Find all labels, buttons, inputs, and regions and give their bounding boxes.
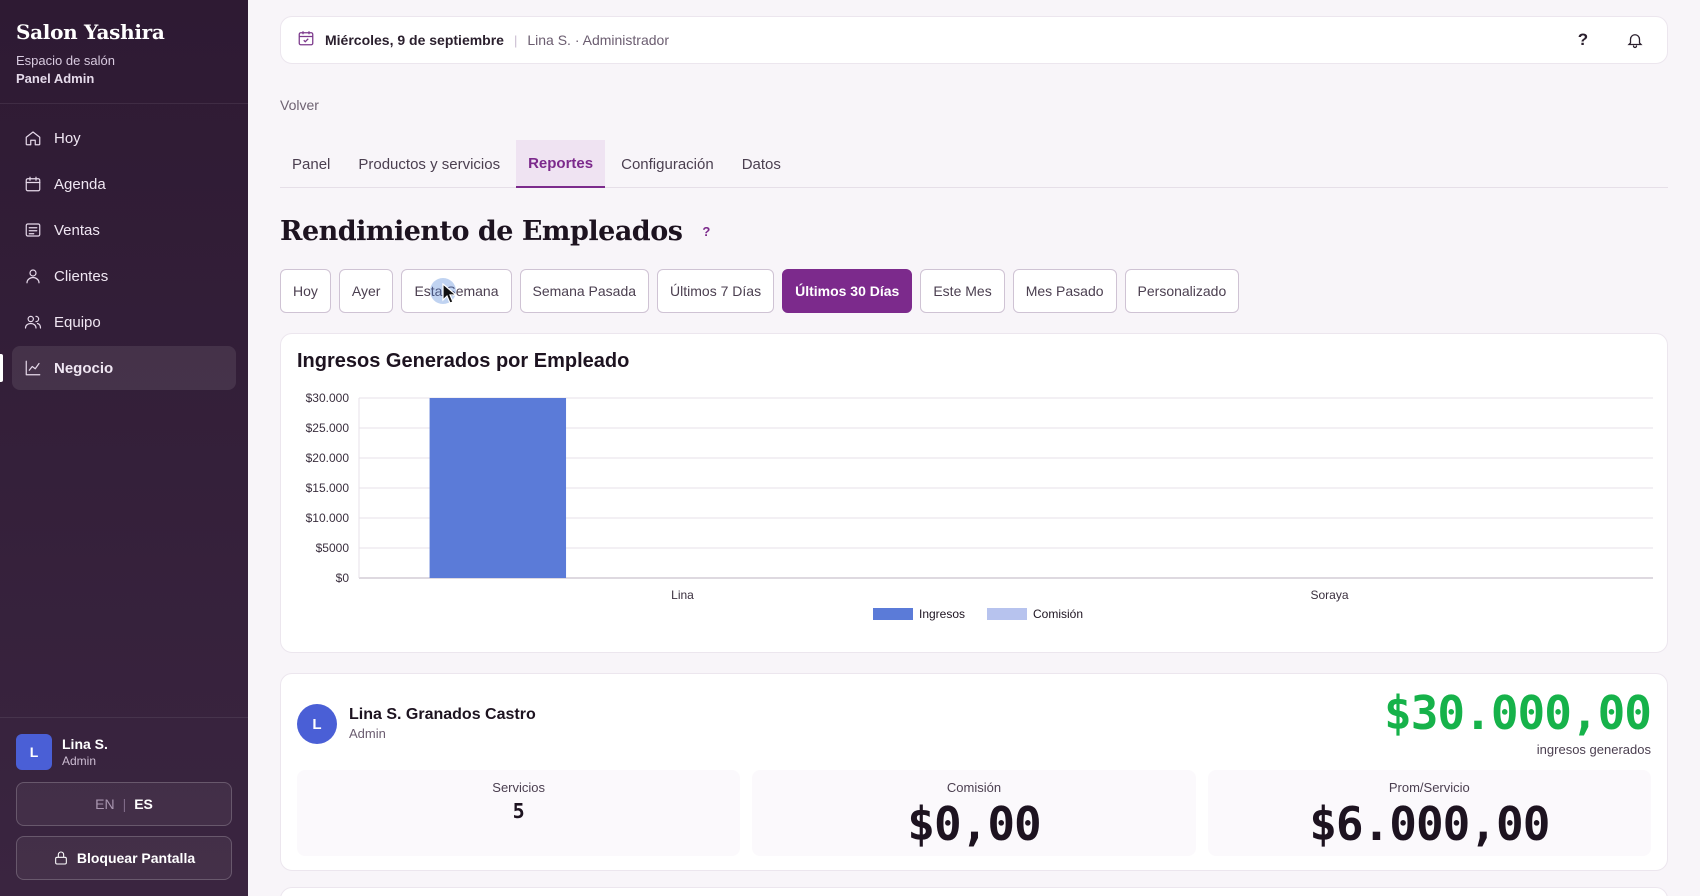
range-personalizado[interactable]: Personalizado: [1124, 269, 1240, 313]
language-toggle: EN | ES: [16, 782, 232, 826]
sidebar-nav: Hoy Agenda Ventas Clientes Equipo Negoci…: [0, 104, 248, 404]
sidebar-item-label: Ventas: [54, 221, 100, 239]
legend-swatch: [987, 608, 1027, 620]
cursor-halo: [430, 278, 456, 304]
notifications-button[interactable]: [1619, 24, 1651, 56]
language-option-en[interactable]: EN: [87, 796, 122, 812]
calendar-icon: [24, 175, 42, 193]
range-este-mes[interactable]: Este Mes: [920, 269, 1005, 313]
help-icon: ?: [1577, 30, 1589, 49]
brand-subtitle: Espacio de salón: [16, 53, 116, 68]
y-tick-label: $15.000: [306, 481, 350, 495]
x-tick-label: Lina: [671, 588, 694, 602]
tab-panel[interactable]: Panel: [280, 140, 342, 188]
employee-revenue-label: ingresos generados: [1536, 742, 1651, 757]
chart-line-icon: [24, 359, 42, 377]
y-tick-label: $10.000: [306, 511, 350, 525]
sidebar-item-equipo[interactable]: Equipo: [12, 300, 236, 344]
current-user: L Lina S. Admin: [16, 734, 232, 770]
range-mes-pasado[interactable]: Mes Pasado: [1012, 269, 1117, 313]
user-role: Admin: [62, 754, 97, 768]
stat-label: Prom/Servicio: [1388, 780, 1470, 795]
sidebar-item-label: Equipo: [54, 313, 101, 331]
avatar: L: [16, 734, 52, 770]
title-row: Rendimiento de Empleados ?: [280, 212, 1668, 250]
sidebar-item-ventas[interactable]: Ventas: [12, 208, 236, 252]
y-tick-label: $25.000: [306, 421, 350, 435]
stat-value: $6.000,00: [1309, 797, 1550, 851]
avatar: L: [297, 704, 337, 744]
revenue-chart-card: Ingresos Generados por Empleado $0 $5000 $…: [280, 333, 1668, 653]
employee-name: Lina S. Granados Castro: [349, 706, 536, 723]
sidebar-footer: L Lina S. Admin EN | ES Bloquear Pantall…: [0, 717, 248, 896]
lock-icon: [54, 851, 67, 865]
range-semana-pasada[interactable]: Semana Pasada: [519, 269, 650, 313]
sidebar-item-agenda[interactable]: Agenda: [12, 162, 236, 206]
sidebar-item-clientes[interactable]: Clientes: [12, 254, 236, 298]
stat-label: Comisión: [946, 780, 1002, 795]
sidebar-item-label: Clientes: [54, 267, 109, 285]
range-ultimos-30-dias[interactable]: Últimos 30 Días: [782, 269, 913, 313]
date-range-selector: Hoy Ayer Esta Semana Semana Pasada Últim…: [280, 269, 1668, 313]
x-tick-label: Soraya: [1310, 588, 1348, 602]
back-link[interactable]: Volver: [280, 97, 1668, 115]
user-name: Lina S.: [62, 736, 108, 752]
help-button[interactable]: ?: [1567, 24, 1599, 56]
language-option-es[interactable]: ES: [126, 796, 161, 812]
topbar-separator: |: [513, 32, 518, 48]
tab-configuracion[interactable]: Configuración: [609, 140, 726, 188]
topbar-user: Lina S. · Administrador: [527, 32, 669, 48]
sidebar: Salon Yashira Espacio de salón Panel Adm…: [0, 0, 248, 896]
employee-stats: Servicios 5 Comisión $0,00 Prom/Servicio…: [297, 770, 1651, 856]
employee-card: L Lina S. Granados Castro Admin $30.000,…: [280, 673, 1668, 871]
team-icon: [24, 313, 42, 331]
range-ayer[interactable]: Ayer: [338, 269, 394, 313]
main-content: Miércoles, 9 de septiembre | Lina S. · A…: [280, 16, 1668, 896]
bell-icon: [1627, 34, 1643, 49]
brand-block: Salon Yashira Espacio de salón Panel Adm…: [0, 0, 248, 104]
page-title: Rendimiento de Empleados: [280, 215, 683, 247]
stat-value: $0,00: [907, 797, 1041, 851]
brand-title: Salon Yashira: [16, 20, 165, 44]
lock-screen-label: Bloquear Pantalla: [76, 850, 196, 866]
legend-swatch: [873, 608, 913, 620]
employee-revenue: $30.000,00: [1384, 686, 1652, 740]
stat-value: 5: [512, 799, 525, 823]
y-tick-label: $5000: [316, 541, 350, 555]
stat-avg-per-service: Prom/Servicio $6.000,00: [1207, 770, 1651, 856]
lock-screen-button[interactable]: Bloquear Pantalla: [16, 836, 232, 880]
current-date: Miércoles, 9 de septiembre: [325, 32, 504, 48]
y-tick-label: $30.000: [306, 391, 350, 405]
tab-datos[interactable]: Datos: [730, 140, 793, 188]
user-icon: [24, 267, 42, 285]
y-tick-label: $20.000: [306, 451, 350, 465]
legend-label: Ingresos: [919, 607, 965, 621]
bar-ingresos-lina: [429, 398, 567, 578]
employee-card: [280, 887, 1668, 896]
sidebar-item-hoy[interactable]: Hoy: [12, 116, 236, 160]
sidebar-item-label: Negocio: [54, 359, 114, 377]
receipt-icon: [24, 221, 42, 239]
range-esta-semana[interactable]: Esta Semana: [401, 269, 512, 313]
brand-panel-label: Panel Admin: [16, 71, 95, 86]
calendar-check-icon: [297, 29, 315, 52]
stat-services: Servicios 5: [297, 770, 741, 856]
range-ultimos-7-dias[interactable]: Últimos 7 Días: [657, 269, 775, 313]
section-tabs: Panel Productos y servicios Reportes Con…: [280, 140, 1668, 188]
top-bar: Miércoles, 9 de septiembre | Lina S. · A…: [280, 16, 1668, 64]
tab-productos-servicios[interactable]: Productos y servicios: [346, 140, 512, 188]
sidebar-item-negocio[interactable]: Negocio: [0, 346, 236, 390]
sidebar-item-label: Agenda: [54, 175, 106, 193]
stat-commission: Comisión $0,00: [752, 770, 1196, 856]
sidebar-item-label: Hoy: [54, 129, 81, 147]
employee-role: Admin: [349, 726, 386, 741]
help-icon[interactable]: ?: [702, 224, 710, 239]
range-hoy[interactable]: Hoy: [280, 269, 331, 313]
revenue-chart: $0 $5000 $10.000 $15.000 $20.000 $25.000 $30.0…: [306, 391, 1653, 621]
stat-label: Servicios: [492, 780, 546, 795]
tab-reportes[interactable]: Reportes: [516, 140, 606, 188]
legend-label: Comisión: [1033, 607, 1083, 621]
y-tick-label: $0: [336, 571, 350, 585]
home-icon: [24, 129, 42, 147]
